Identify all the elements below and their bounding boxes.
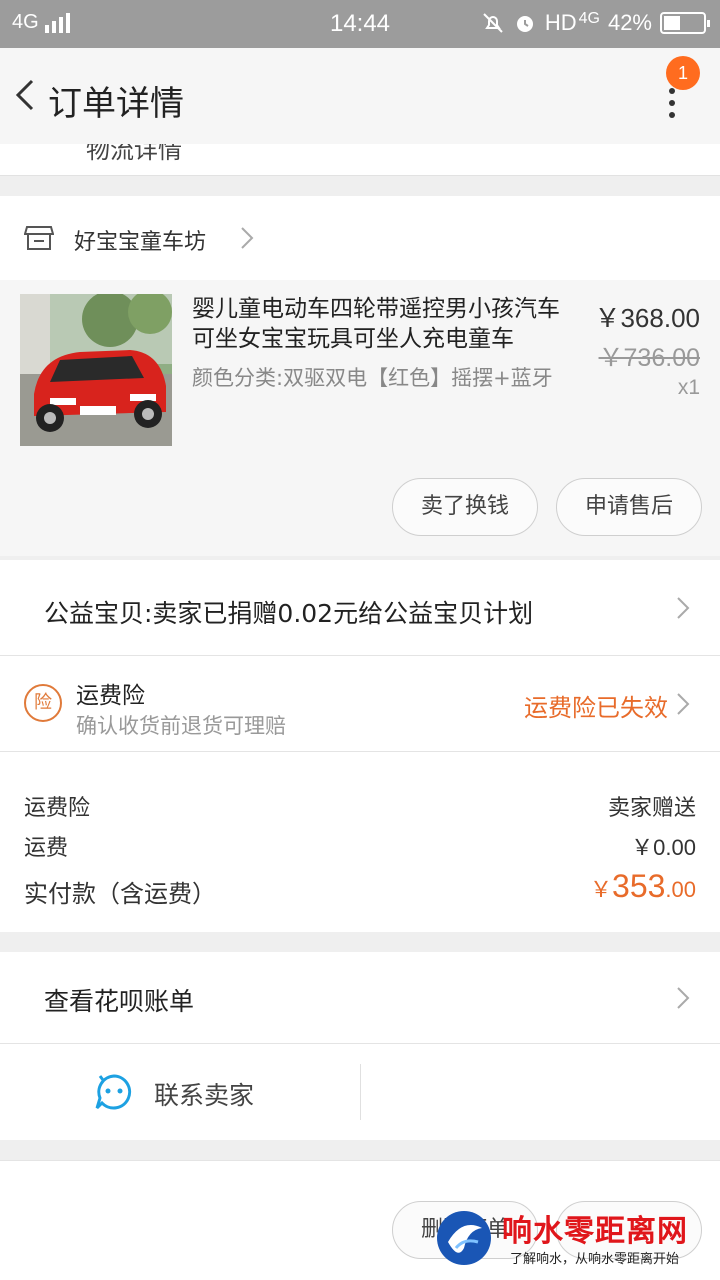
fee-summary: 运费险 卖家赠送 运费 ￥0.00 实付款（含运费） ￥353.00 — [0, 752, 720, 932]
alarm-icon — [516, 16, 533, 32]
chevron-right-icon — [677, 987, 690, 1009]
fee-row-total: 实付款（含运费） ￥353.00 — [24, 868, 696, 909]
mute-bell-icon — [483, 13, 503, 33]
total-amount: ￥353.00 — [590, 868, 696, 905]
logistics-strip[interactable]: 物流详情 — [0, 144, 720, 176]
contact-row: 联系卖家 — [0, 1044, 720, 1140]
insurance-status: 运费险已失效 — [524, 694, 668, 722]
watermark-logo-icon — [437, 1211, 491, 1265]
shop-name: 好宝宝童车坊 — [74, 230, 207, 255]
product-sku: 颜色分类:双驱双电【红色】摇摆+蓝牙 — [192, 366, 553, 390]
product-title[interactable]: 婴儿童电动车四轮带遥控男小孩汽车可坐女宝宝玩具可坐人充电童车 — [192, 294, 562, 354]
fee-value: ￥0.00 — [631, 835, 696, 860]
product-quantity: x1 — [677, 376, 700, 399]
shipping-insurance-row[interactable]: 险 运费险 确认收货前退货可理赔 运费险已失效 — [0, 656, 720, 752]
battery-icon — [660, 12, 710, 34]
fee-label: 运费险 — [24, 796, 91, 821]
battery-percent: 42% — [607, 10, 652, 35]
insurance-icon: 险 — [24, 684, 62, 722]
more-menu-icon[interactable] — [662, 88, 682, 128]
product-original-price: ￥736.00 — [598, 344, 700, 372]
network-right-label: 4G — [578, 10, 600, 27]
hd-label: HD — [544, 10, 577, 35]
charity-text: 公益宝贝:卖家已捐赠0.02元给公益宝贝计划 — [44, 599, 534, 628]
back-arrow-icon[interactable] — [10, 78, 38, 112]
page-title: 订单详情 — [48, 84, 184, 124]
fee-row-shipping: 运费 ￥0.00 — [24, 830, 696, 862]
sell-button[interactable]: 卖了换钱 — [392, 478, 538, 536]
huabei-bill-row[interactable]: 查看花呗账单 — [0, 952, 720, 1044]
chevron-right-icon — [241, 227, 254, 249]
product-price: ￥368.00 — [594, 303, 700, 333]
watermark-title: 响水零距离网 — [502, 1214, 688, 1249]
shop-row[interactable]: 好宝宝童车坊 — [0, 196, 720, 280]
insurance-subtitle: 确认收货前退货可理赔 — [76, 714, 286, 738]
after-sale-button[interactable]: 申请售后 — [556, 478, 702, 536]
status-right: HD 4G 42% — [481, 10, 710, 36]
chevron-right-icon — [677, 693, 690, 715]
total-decimal: .00 — [665, 877, 696, 902]
contact-seller-button[interactable]: 联系卖家 — [154, 1076, 254, 1112]
site-watermark: 响水零距离网 了解响水，从响水零距离开始 — [432, 1206, 720, 1280]
insurance-title: 运费险 — [76, 683, 145, 709]
total-currency: ￥ — [590, 877, 613, 902]
logistics-text: 物流详情 — [86, 144, 182, 164]
shop-icon — [24, 226, 54, 250]
chevron-right-icon — [677, 597, 690, 619]
notification-badge: 1 — [666, 56, 700, 90]
product-card[interactable]: 婴儿童电动车四轮带遥控男小孩汽车可坐女宝宝玩具可坐人充电童车 颜色分类:双驱双电… — [0, 280, 720, 556]
huabei-text: 查看花呗账单 — [44, 987, 195, 1016]
nav-bar: 订单详情 1 — [0, 48, 720, 144]
status-bar: 4G 14:44 HD 4G 42% — [0, 0, 720, 48]
charity-row[interactable]: 公益宝贝:卖家已捐赠0.02元给公益宝贝计划 — [0, 560, 720, 656]
toy-car-picture — [20, 294, 172, 446]
fee-value: 卖家赠送 — [607, 796, 696, 821]
fee-label: 运费 — [24, 836, 69, 861]
divider — [360, 1064, 361, 1120]
chat-bubble-icon[interactable] — [94, 1072, 134, 1112]
watermark-subtitle: 了解响水，从响水零距离开始 — [510, 1252, 680, 1267]
product-image[interactable] — [20, 294, 172, 446]
total-label: 实付款（含运费） — [24, 880, 216, 908]
total-integer: 353 — [612, 868, 666, 904]
fee-row-insurance: 运费险 卖家赠送 — [24, 790, 696, 822]
